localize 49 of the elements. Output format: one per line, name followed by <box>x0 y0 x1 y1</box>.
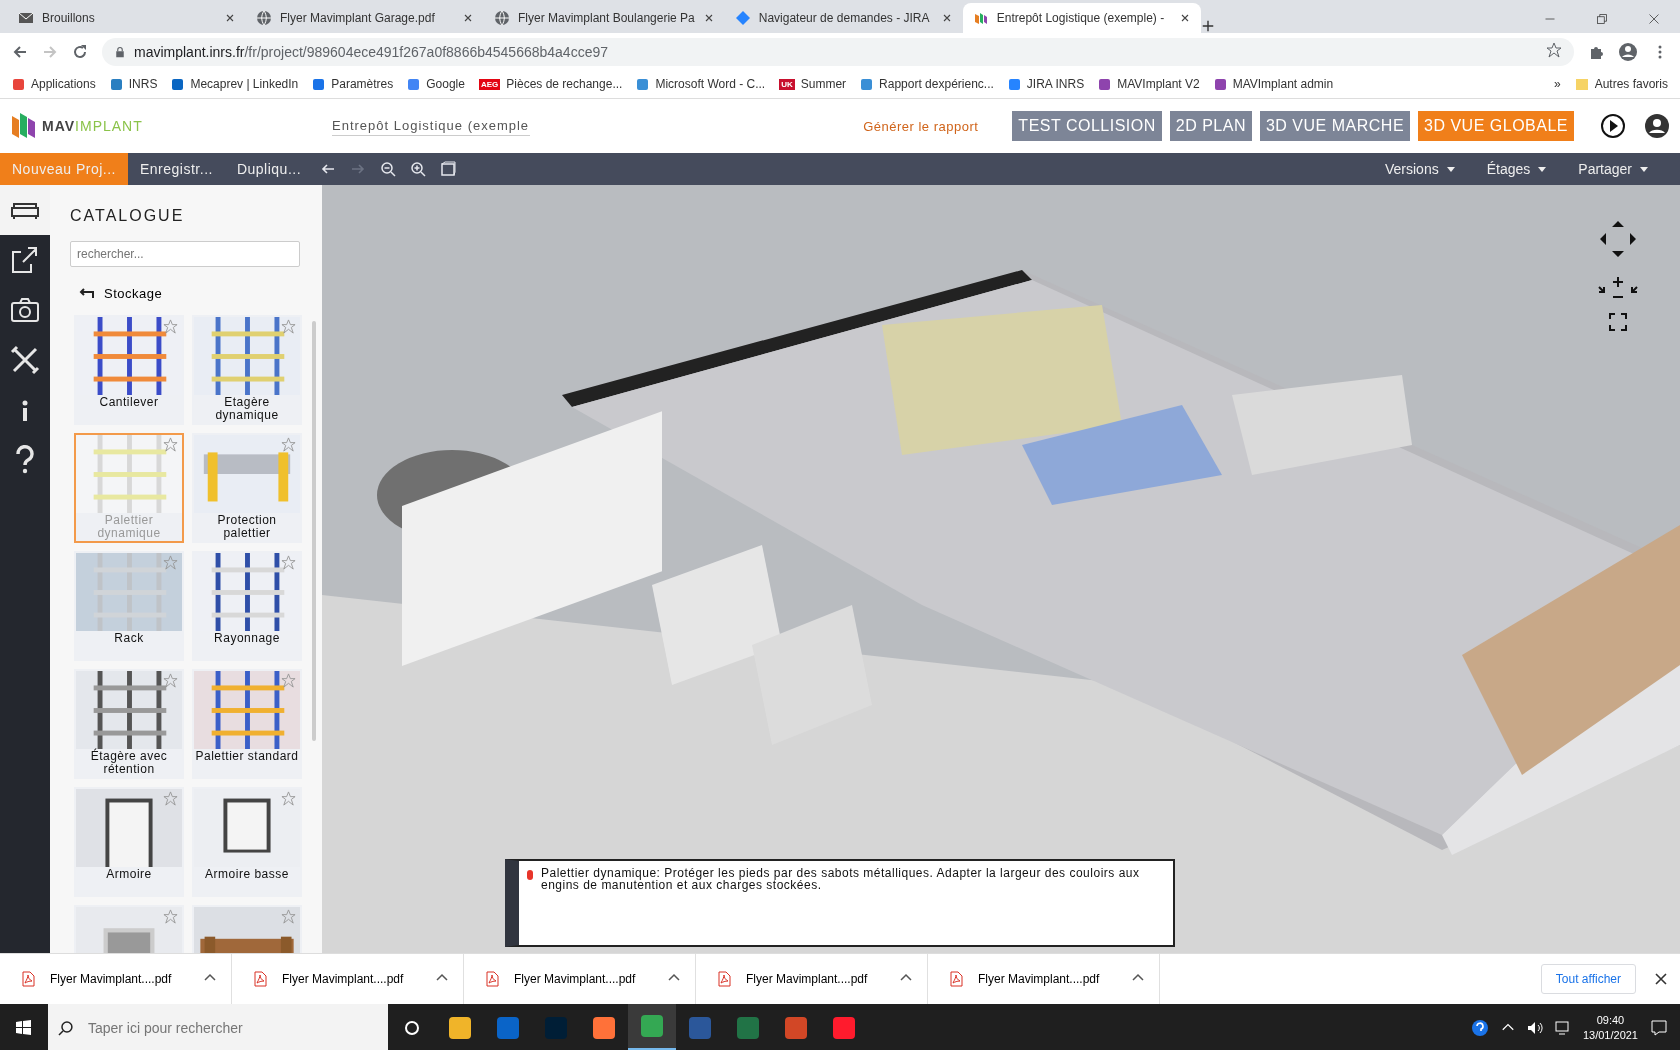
bookmark[interactable]: MAVImplant admin <box>1213 77 1334 91</box>
menu-item[interactable]: Enregistr... <box>128 153 225 185</box>
bookmark[interactable]: Microsoft Word - C... <box>636 77 766 91</box>
show-all-button[interactable]: Tout afficher <box>1540 964 1636 994</box>
address-bar[interactable]: mavimplant.inrs.fr/fr/project/989604ece491f267a0f8866b4545668b4a4cce97 <box>102 37 1574 66</box>
clock-date: 13/01/2021 <box>1582 1027 1638 1043</box>
bookmark[interactable]: INRS <box>109 77 158 91</box>
dropdown-menu[interactable]: Versions <box>1385 161 1455 177</box>
bookmark[interactable]: Paramètres <box>312 77 394 91</box>
bookmark[interactable]: JIRA INRS <box>1007 77 1085 91</box>
catalogue-title: CATALOGUE <box>70 207 186 225</box>
search-field[interactable]: rechercher... <box>70 241 300 267</box>
browser-tab[interactable]: Entrepôt Logistique (exemple) - <box>962 3 1201 33</box>
bookmark[interactable]: MAVImplant V2 <box>1098 77 1200 91</box>
more-bookmarks[interactable]: » <box>1553 77 1561 91</box>
report-link[interactable]: Générer le rapport <box>863 118 979 134</box>
browser-tab[interactable]: Flyer Mavimplant Garage.pdf <box>246 3 484 33</box>
dropdown-menu[interactable]: Étages <box>1486 161 1547 177</box>
back-link[interactable]: Stockage <box>78 285 322 301</box>
browser-tab[interactable]: Flyer Mavimplant Boulangerie Pa <box>484 3 725 33</box>
catalogue-item[interactable]: Rayonnage <box>192 551 302 661</box>
bookmark[interactable]: Google <box>407 77 465 91</box>
catalogue-item[interactable]: Étagère avec rétention <box>74 669 184 779</box>
bookmark[interactable]: Applications <box>12 77 96 91</box>
view-button[interactable]: 2D PLAN <box>1169 111 1252 141</box>
catalogue-item[interactable]: Rack <box>74 551 184 661</box>
logo-text: MAV <box>42 118 76 134</box>
view-button[interactable]: TEST COLLISION <box>1012 111 1162 141</box>
bookmark-folder[interactable]: Autres favoris <box>1574 77 1668 91</box>
bookmark[interactable]: AEG Pièces de rechange... <box>478 77 623 91</box>
clock-time: 09:40 <box>1596 1012 1625 1028</box>
catalogue-item[interactable]: Protection palettier <box>192 433 302 543</box>
catalogue-item[interactable]: Palettier standard <box>192 669 302 779</box>
catalogue-item[interactable]: Armoire <box>74 787 184 897</box>
logo-text: IMPLANT <box>75 118 143 134</box>
taskbar-search-box[interactable]: Taper ici pour rechercher <box>48 1004 388 1050</box>
browser-tab[interactable]: Navigateur de demandes - JIRA <box>724 3 963 33</box>
dropdown-menu[interactable]: Partager <box>1578 161 1648 177</box>
catalogue-item[interactable]: Armoire basse <box>192 787 302 897</box>
bookmark[interactable]: Rapport dexpérienc... <box>860 77 994 91</box>
taskbar-search-field[interactable]: Taper ici pour rechercher <box>85 1006 378 1049</box>
bookmark[interactable]: UK Summer <box>779 77 847 91</box>
browser-tab[interactable]: Brouillons <box>8 3 246 33</box>
catalogue-item[interactable]: Cantilever <box>74 315 184 425</box>
view-button[interactable]: 3D VUE MARCHE <box>1259 111 1411 141</box>
bookmark[interactable]: Mecaprev | LinkedIn <box>171 77 299 91</box>
menu-item[interactable]: Dupliqu... <box>224 153 314 185</box>
catalogue-item[interactable]: Etagère dynamique <box>192 315 302 425</box>
tooltip-text: Palettier dynamique: Protéger les pieds par des sabots métalliques. Adapter la largeur des couloirs aux engins de manutention et aux charges stockées. <box>541 867 1141 894</box>
